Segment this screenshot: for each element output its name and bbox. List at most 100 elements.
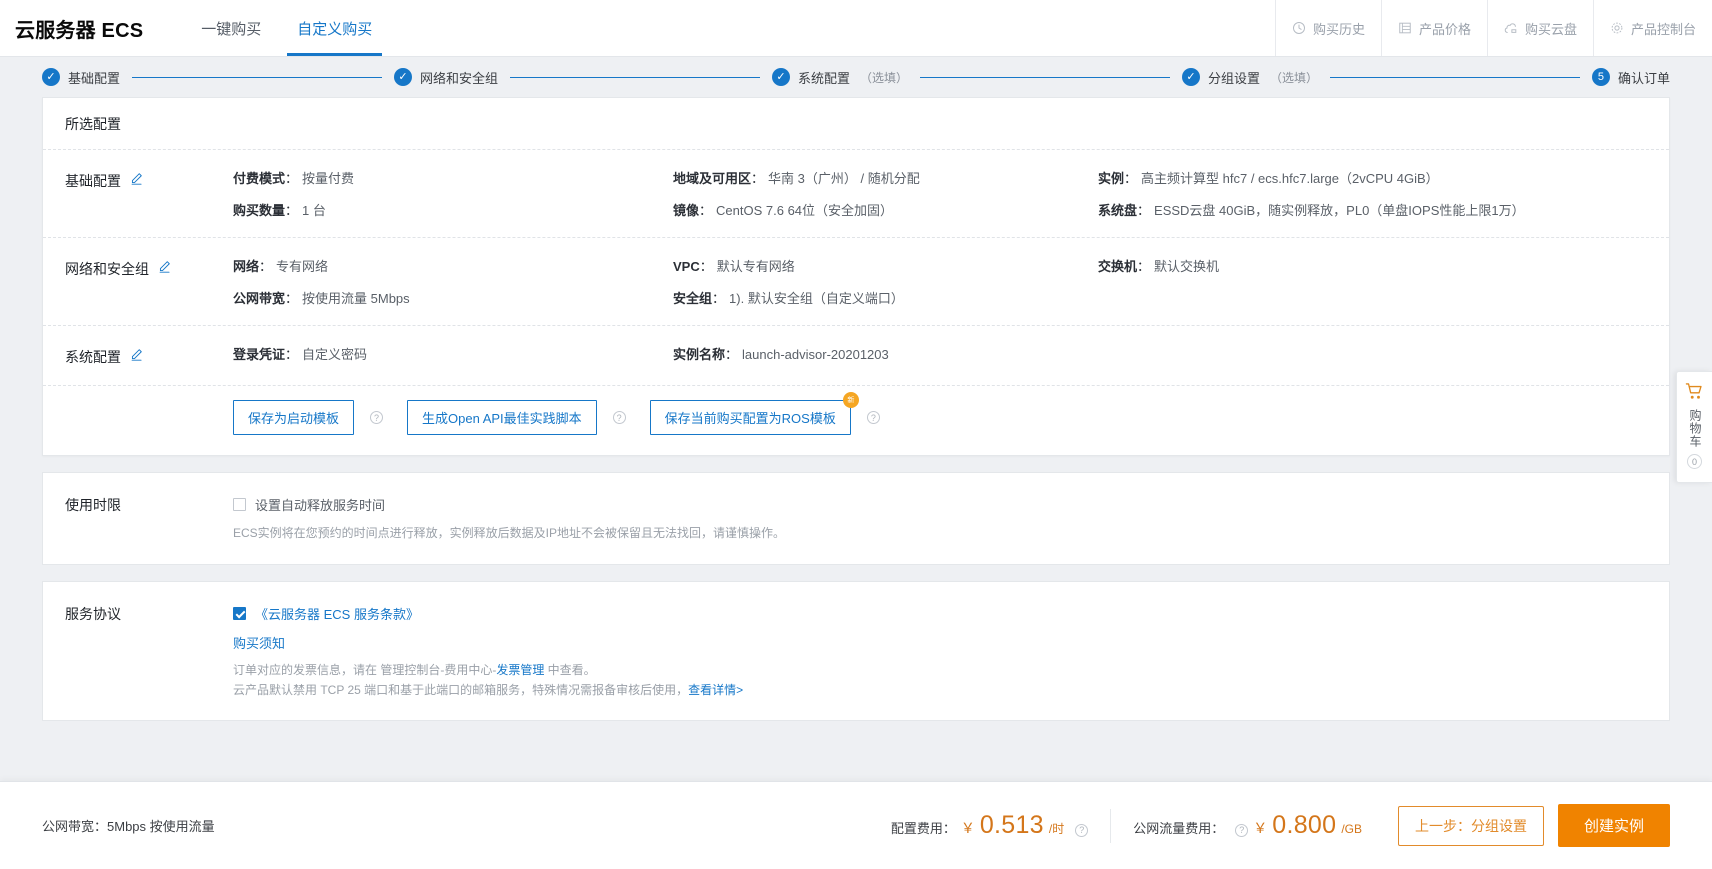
section-columns: 登录凭证 自定义密码 实例名称 launch-advisor-20201203 bbox=[233, 346, 1647, 367]
field-vpc: VPC 默认专有网络 bbox=[673, 258, 1098, 276]
auto-release-checkbox-row[interactable]: 设置自动释放服务时间 bbox=[233, 495, 1647, 514]
field-vswitch: 交换机 默认交换机 bbox=[1098, 258, 1647, 276]
column-2: 地域及可用区 华南 3（广州） / 随机分配 镜像 CentOS 7.6 64位… bbox=[673, 170, 1098, 219]
selected-config-card: 所选配置 基础配置 付费模式 按量付费 购 bbox=[42, 97, 1670, 457]
ros-template-label: 保存当前购买配置为ROS模板 bbox=[664, 411, 836, 427]
footer-divider bbox=[1110, 808, 1112, 843]
cart-icon bbox=[1685, 382, 1704, 404]
field-key: 交换机 bbox=[1098, 258, 1150, 276]
section-basic-config: 基础配置 付费模式 按量付费 购买数量 1 台 bbox=[43, 150, 1669, 239]
step-optional-tag: （选填） bbox=[1269, 70, 1318, 85]
field-key: 实例 bbox=[1098, 170, 1137, 188]
step-connector bbox=[1330, 76, 1580, 78]
field-payment-mode: 付费模式 按量付费 bbox=[233, 170, 673, 188]
field-value: 专有网络 bbox=[276, 259, 329, 275]
header-actions: 购买历史 产品价格 购买云盘 产品控制台 bbox=[1274, 0, 1712, 56]
save-as-ros-template-button[interactable]: 保存当前购买配置为ROS模板 新 bbox=[649, 392, 859, 436]
help-icon[interactable]: ? bbox=[370, 411, 384, 425]
field-key: 系统盘 bbox=[1098, 202, 1150, 220]
tcp25-detail-link[interactable]: 查看详情> bbox=[688, 683, 743, 697]
traffic-fee-help-icon[interactable]: ? bbox=[1235, 823, 1249, 837]
step-marker: ✓ bbox=[1181, 68, 1200, 86]
purchase-notice-link[interactable]: 购买须知 bbox=[233, 636, 285, 651]
tab-one-click-purchase[interactable]: 一键购买 bbox=[183, 0, 279, 56]
column-1: 付费模式 按量付费 购买数量 1 台 bbox=[233, 170, 673, 219]
shopping-cart-tab[interactable]: 购物车 0 bbox=[1676, 371, 1712, 483]
terms-link[interactable]: 《云服务器 ECS 服务条款》 bbox=[255, 604, 419, 623]
traffic-fee-unit: /GB bbox=[1341, 822, 1362, 836]
field-value: 华南 3（广州） / 随机分配 bbox=[768, 171, 920, 186]
field-value: ESSD云盘 40GiB，随实例释放，PL0（单盘IOPS性能上限1万） bbox=[1154, 202, 1525, 218]
section-title-row: 网络和安全组 bbox=[65, 258, 233, 307]
config-fee-help-icon[interactable]: ? bbox=[1075, 823, 1089, 837]
auto-release-checkbox[interactable] bbox=[233, 498, 246, 512]
purchase-history-action[interactable]: 购买历史 bbox=[1274, 0, 1381, 56]
generate-openapi-script-button[interactable]: 生成Open API最佳实践脚本 bbox=[407, 400, 597, 436]
invoice-management-link[interactable]: 发票管理 bbox=[496, 663, 544, 677]
field-image: 镜像 CentOS 7.6 64位（安全加固） bbox=[673, 202, 1098, 220]
field-value: launch-advisor-20201203 bbox=[742, 347, 889, 363]
field-system-disk: 系统盘 ESSD云盘 40GiB，随实例释放，PL0（单盘IOPS性能上限1万） bbox=[1098, 202, 1647, 220]
edit-pencil-icon[interactable] bbox=[130, 172, 143, 188]
step-marker: ✓ bbox=[393, 68, 412, 86]
tcp25-note-prefix: 云产品默认禁用 TCP 25 端口和基于此端口的邮箱服务，特殊情况需报备审核后使… bbox=[233, 682, 689, 697]
help-icon[interactable]: ? bbox=[866, 411, 880, 425]
step-basic-config[interactable]: ✓ 基础配置 bbox=[42, 68, 120, 87]
column-1: 网络 专有网络 公网带宽 按使用流量 5Mbps bbox=[233, 258, 673, 307]
edit-pencil-icon[interactable] bbox=[158, 260, 171, 276]
field-key: 实例名称 bbox=[673, 346, 738, 364]
traffic-fee-amount: 0.800 bbox=[1272, 811, 1337, 839]
footer-bar: 公网带宽：5Mbps 按使用流量 配置费用： ￥ 0.513 /时 ? 公网流量… bbox=[0, 781, 1712, 869]
section-network-security: 网络和安全组 网络 专有网络 公网带宽 按使用流量 5Mbps bbox=[43, 238, 1669, 327]
field-security-group: 安全组 1). 默认安全组（自定义端口） bbox=[673, 290, 1098, 308]
step-connector bbox=[510, 76, 760, 78]
save-as-launch-template-button[interactable]: 保存为启动模板 bbox=[233, 400, 355, 436]
step-connector bbox=[132, 76, 382, 78]
field-key: 购买数量 bbox=[233, 202, 298, 220]
terms-checkbox-row[interactable]: 《云服务器 ECS 服务条款》 bbox=[233, 604, 1647, 623]
footer-bandwidth-value: 5Mbps 按使用流量 bbox=[107, 819, 215, 834]
product-price-label: 产品价格 bbox=[1418, 21, 1471, 37]
step-confirm-order[interactable]: 5 确认订单 bbox=[1591, 68, 1670, 87]
invoice-note-suffix: 中查看。 bbox=[544, 662, 596, 677]
invoice-note-prefix: 订单对应的发票信息，请在 管理控制台-费用中心- bbox=[233, 662, 497, 677]
product-console-action[interactable]: 产品控制台 bbox=[1592, 0, 1712, 56]
step-marker: ✓ bbox=[42, 68, 60, 86]
field-public-bandwidth: 公网带宽 按使用流量 5Mbps bbox=[233, 290, 673, 308]
step-optional-tag: （选填） bbox=[859, 70, 908, 85]
create-instance-button[interactable]: 创建实例 bbox=[1557, 804, 1670, 847]
config-fee-amount: 0.513 bbox=[979, 811, 1044, 839]
selected-config-title: 所选配置 bbox=[43, 98, 1669, 150]
buy-disk-action[interactable]: 购买云盘 bbox=[1486, 0, 1593, 56]
field-login-credential: 登录凭证 自定义密码 bbox=[233, 346, 673, 364]
terms-checkbox[interactable] bbox=[233, 606, 246, 620]
step-label: 确认订单 bbox=[1617, 70, 1670, 86]
step-group-settings[interactable]: ✓ 分组设置 （选填） bbox=[1181, 68, 1318, 87]
usage-duration-card: 使用时限 设置自动释放服务时间 ECS实例将在您预约的时间点进行释放，实例释放后… bbox=[42, 472, 1670, 565]
column-3: 实例 高主频计算型 hfc7 / ecs.hfc7.large（2vCPU 4G… bbox=[1098, 170, 1647, 219]
column-2: 实例名称 launch-advisor-20201203 bbox=[673, 346, 1098, 367]
edit-pencil-icon[interactable] bbox=[130, 348, 143, 364]
field-key: 地域及可用区 bbox=[673, 170, 764, 188]
invoice-note-row: 订单对应的发票信息，请在 管理控制台-费用中心-发票管理 中查看。 bbox=[233, 660, 1647, 680]
service-agreement-card: 服务协议 《云服务器 ECS 服务条款》 购买须知 订单对应的发票信息，请在 管… bbox=[42, 580, 1670, 722]
traffic-fee-group: 公网流量费用： ? ￥ 0.800 /GB bbox=[1133, 811, 1384, 840]
config-fee-currency: ￥ bbox=[960, 820, 975, 836]
field-instance-name: 实例名称 launch-advisor-20201203 bbox=[673, 346, 1098, 364]
product-price-action[interactable]: 产品价格 bbox=[1380, 0, 1487, 56]
section-title-row: 基础配置 bbox=[65, 170, 233, 219]
purchase-history-label: 购买历史 bbox=[1312, 21, 1365, 37]
section-system-config: 系统配置 登录凭证 自定义密码 实例名称 bbox=[43, 326, 1669, 387]
service-agreement-title: 服务协议 bbox=[65, 605, 121, 622]
header-spacer bbox=[390, 0, 1275, 56]
tab-custom-purchase[interactable]: 自定义购买 bbox=[279, 0, 390, 56]
step-system-config[interactable]: ✓ 系统配置 （选填） bbox=[771, 68, 908, 87]
previous-step-button[interactable]: 上一步：分组设置 bbox=[1397, 805, 1544, 846]
disk-icon bbox=[1504, 21, 1518, 35]
field-key: 公网带宽 bbox=[233, 290, 298, 308]
field-key: VPC bbox=[673, 258, 713, 276]
help-icon[interactable]: ? bbox=[612, 411, 626, 425]
step-label: 分组设置 bbox=[1207, 70, 1260, 86]
step-network-security[interactable]: ✓ 网络和安全组 bbox=[393, 68, 498, 87]
column-1: 登录凭证 自定义密码 bbox=[233, 346, 673, 367]
